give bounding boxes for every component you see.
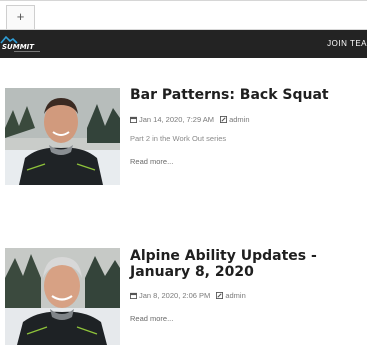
- post-2-title[interactable]: Alpine Ability Updates - January 8, 2020: [130, 248, 362, 280]
- calendar-icon: [130, 292, 137, 299]
- post-2-photo[interactable]: [5, 248, 120, 345]
- blog-post-2: Alpine Ability Updates - January 8, 2020…: [0, 0, 367, 345]
- post-2-meta: Jan 8, 2020, 2:06 PM admin: [130, 291, 246, 300]
- post-2-date: Jan 8, 2020, 2:06 PM: [139, 291, 211, 300]
- post-2-author-name: admin: [225, 291, 246, 300]
- post-2-portrait-image: [5, 248, 120, 345]
- post-2-author[interactable]: admin: [216, 291, 246, 300]
- post-2-read-more-link[interactable]: Read more...: [130, 314, 173, 323]
- edit-icon: [216, 292, 224, 299]
